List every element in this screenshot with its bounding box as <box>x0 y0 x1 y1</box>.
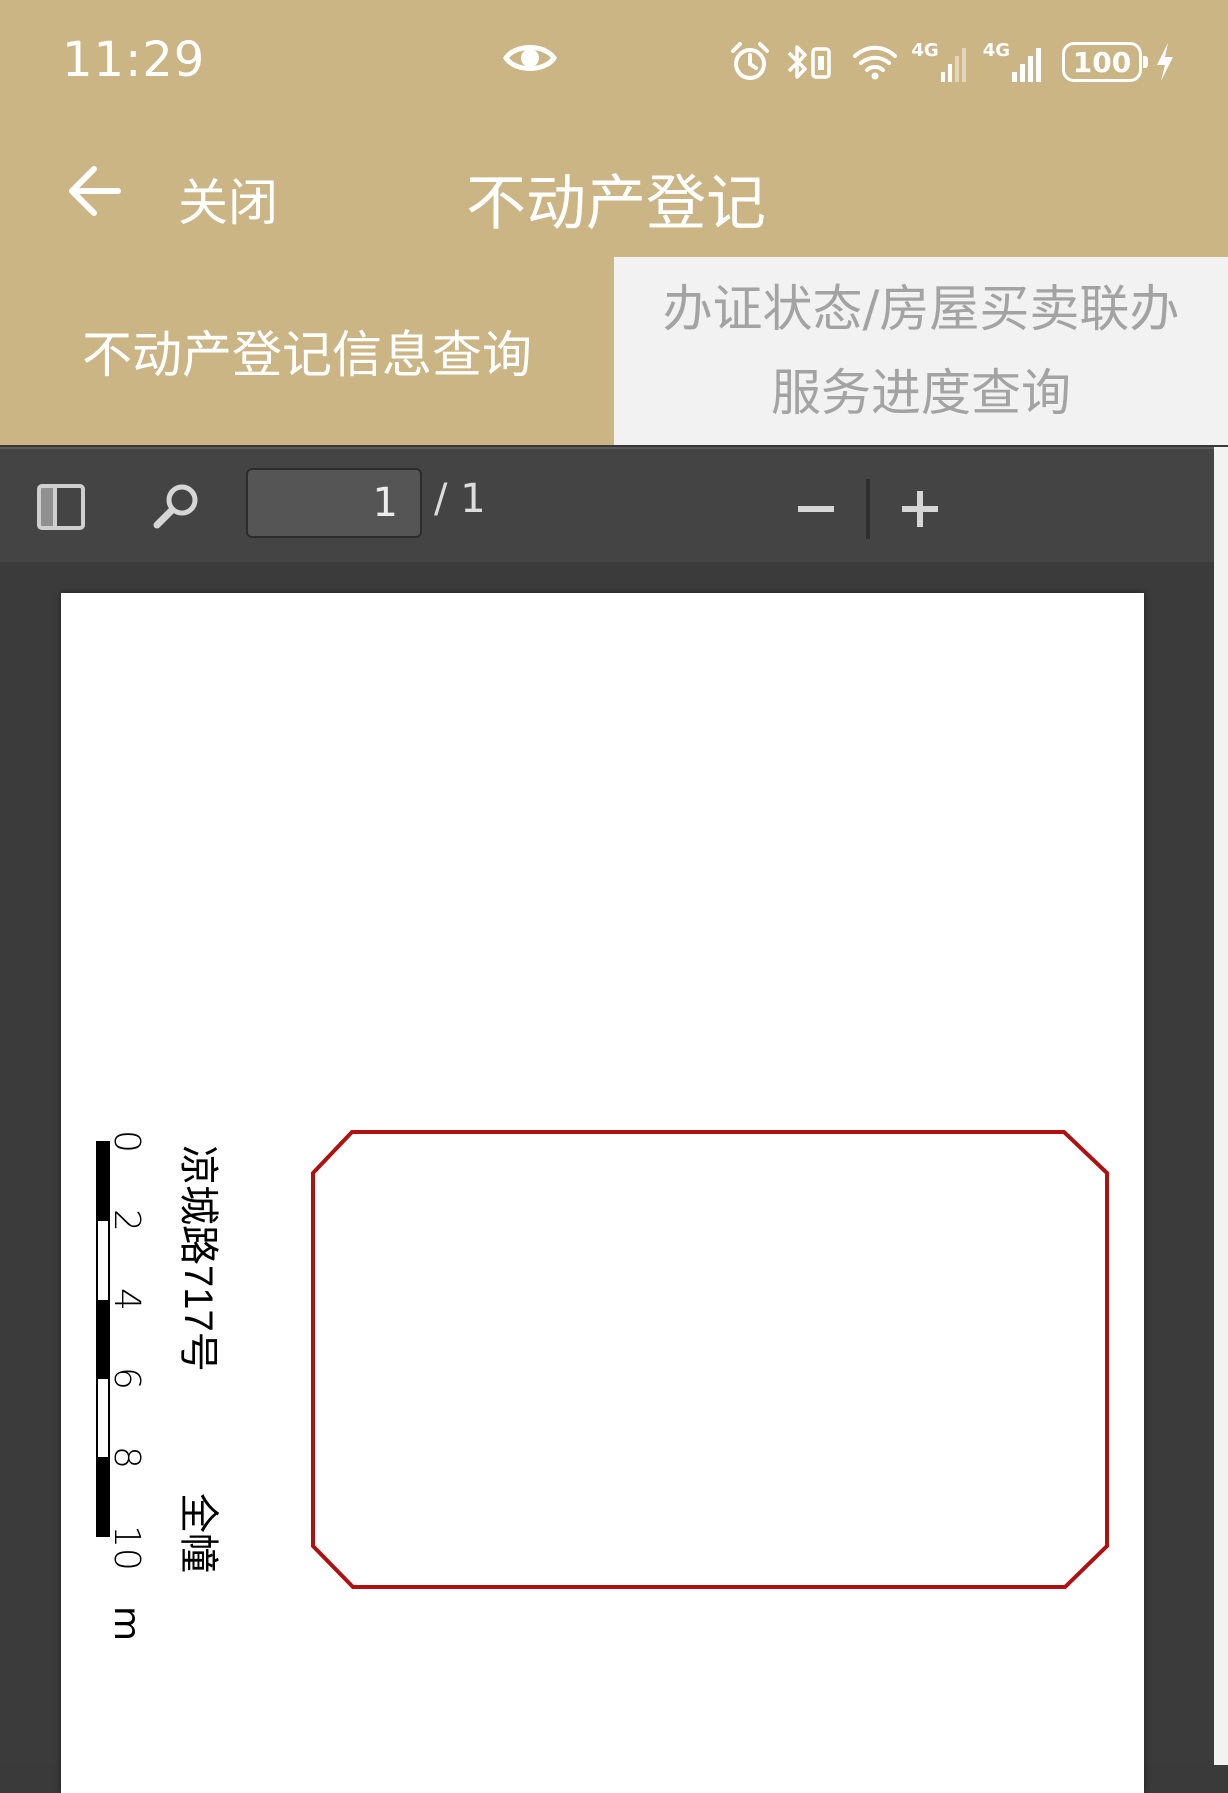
scale-tick-label: 8 <box>106 1446 147 1469</box>
pdf-viewer[interactable]: 0 2 4 6 8 10 m 凉城路717号 全幢 <box>0 562 1214 1793</box>
signal-bars-icon <box>940 48 966 82</box>
scale-tick-label: 4 <box>106 1288 147 1311</box>
tab-certificate-progress-query[interactable]: 办证状态/房屋买卖联办 服务进度查询 <box>614 257 1228 445</box>
wifi-icon <box>853 45 898 80</box>
battery-level: 100 <box>1072 45 1132 79</box>
status-time: 11:29 <box>62 32 206 88</box>
scale-bar <box>96 1141 110 1537</box>
scope-label: 全幢 <box>176 1493 220 1573</box>
bluetooth-vibrate-icon <box>788 45 832 79</box>
page-number-input[interactable]: 1 <box>246 468 422 538</box>
scale-tick-label: 0 <box>106 1130 147 1153</box>
network-type-label: 4G <box>911 40 939 61</box>
zoom-out-icon[interactable] <box>796 479 836 539</box>
scale-tick-label: 6 <box>106 1367 147 1390</box>
tab-registration-info-query[interactable]: 不动产登记信息查询 <box>0 257 614 445</box>
alarm-icon <box>731 42 770 80</box>
status-icons: 4G 4G 100 <box>729 36 1176 88</box>
search-icon[interactable] <box>152 481 202 531</box>
zoom-divider <box>866 479 870 539</box>
charging-icon <box>1157 43 1173 81</box>
building-outline <box>311 1130 1109 1589</box>
tab-label: 不动产登记信息查询 <box>82 326 532 384</box>
pdf-toolbar: 1 / 1 <box>0 447 1214 562</box>
battery-indicator: 100 <box>1062 42 1148 82</box>
scale-unit-label: m <box>106 1606 147 1641</box>
signal-bars-icon <box>1012 48 1041 82</box>
zoom-in-icon[interactable] <box>900 479 940 539</box>
page-count: / 1 <box>434 476 486 522</box>
back-arrow-icon[interactable] <box>64 161 124 221</box>
sidebar-toggle-icon[interactable] <box>36 483 86 531</box>
query-tabs: 不动产登记信息查询 办证状态/房屋买卖联办 服务进度查询 <box>0 257 1228 445</box>
scale-tick-label: 10 <box>106 1525 147 1571</box>
tab-label-line1: 办证状态/房屋买卖联办 <box>662 280 1180 338</box>
page-title: 不动产登记 <box>466 169 766 239</box>
scale-tick-label: 2 <box>106 1209 147 1232</box>
signal-1: 4G <box>911 42 970 82</box>
app-title-bar: 关闭 不动产登记 <box>0 125 1228 257</box>
floor-plan-drawing: 0 2 4 6 8 10 m 凉城路717号 全幢 <box>96 1130 1109 1641</box>
close-button[interactable]: 关闭 <box>178 163 278 235</box>
viewer-edge <box>1214 447 1228 1765</box>
tab-label-line2: 服务进度查询 <box>770 364 1071 422</box>
address-label: 凉城路717号 <box>176 1145 220 1372</box>
signal-2: 4G <box>983 42 1050 82</box>
status-bar: 11:29 4G 4G 100 <box>0 0 1228 125</box>
pdf-page: 0 2 4 6 8 10 m 凉城路717号 全幢 <box>61 593 1144 1793</box>
network-type-label: 4G <box>982 40 1010 61</box>
scale-labels: 0 2 4 6 8 10 m <box>106 1130 147 1641</box>
eye-icon <box>503 45 557 71</box>
